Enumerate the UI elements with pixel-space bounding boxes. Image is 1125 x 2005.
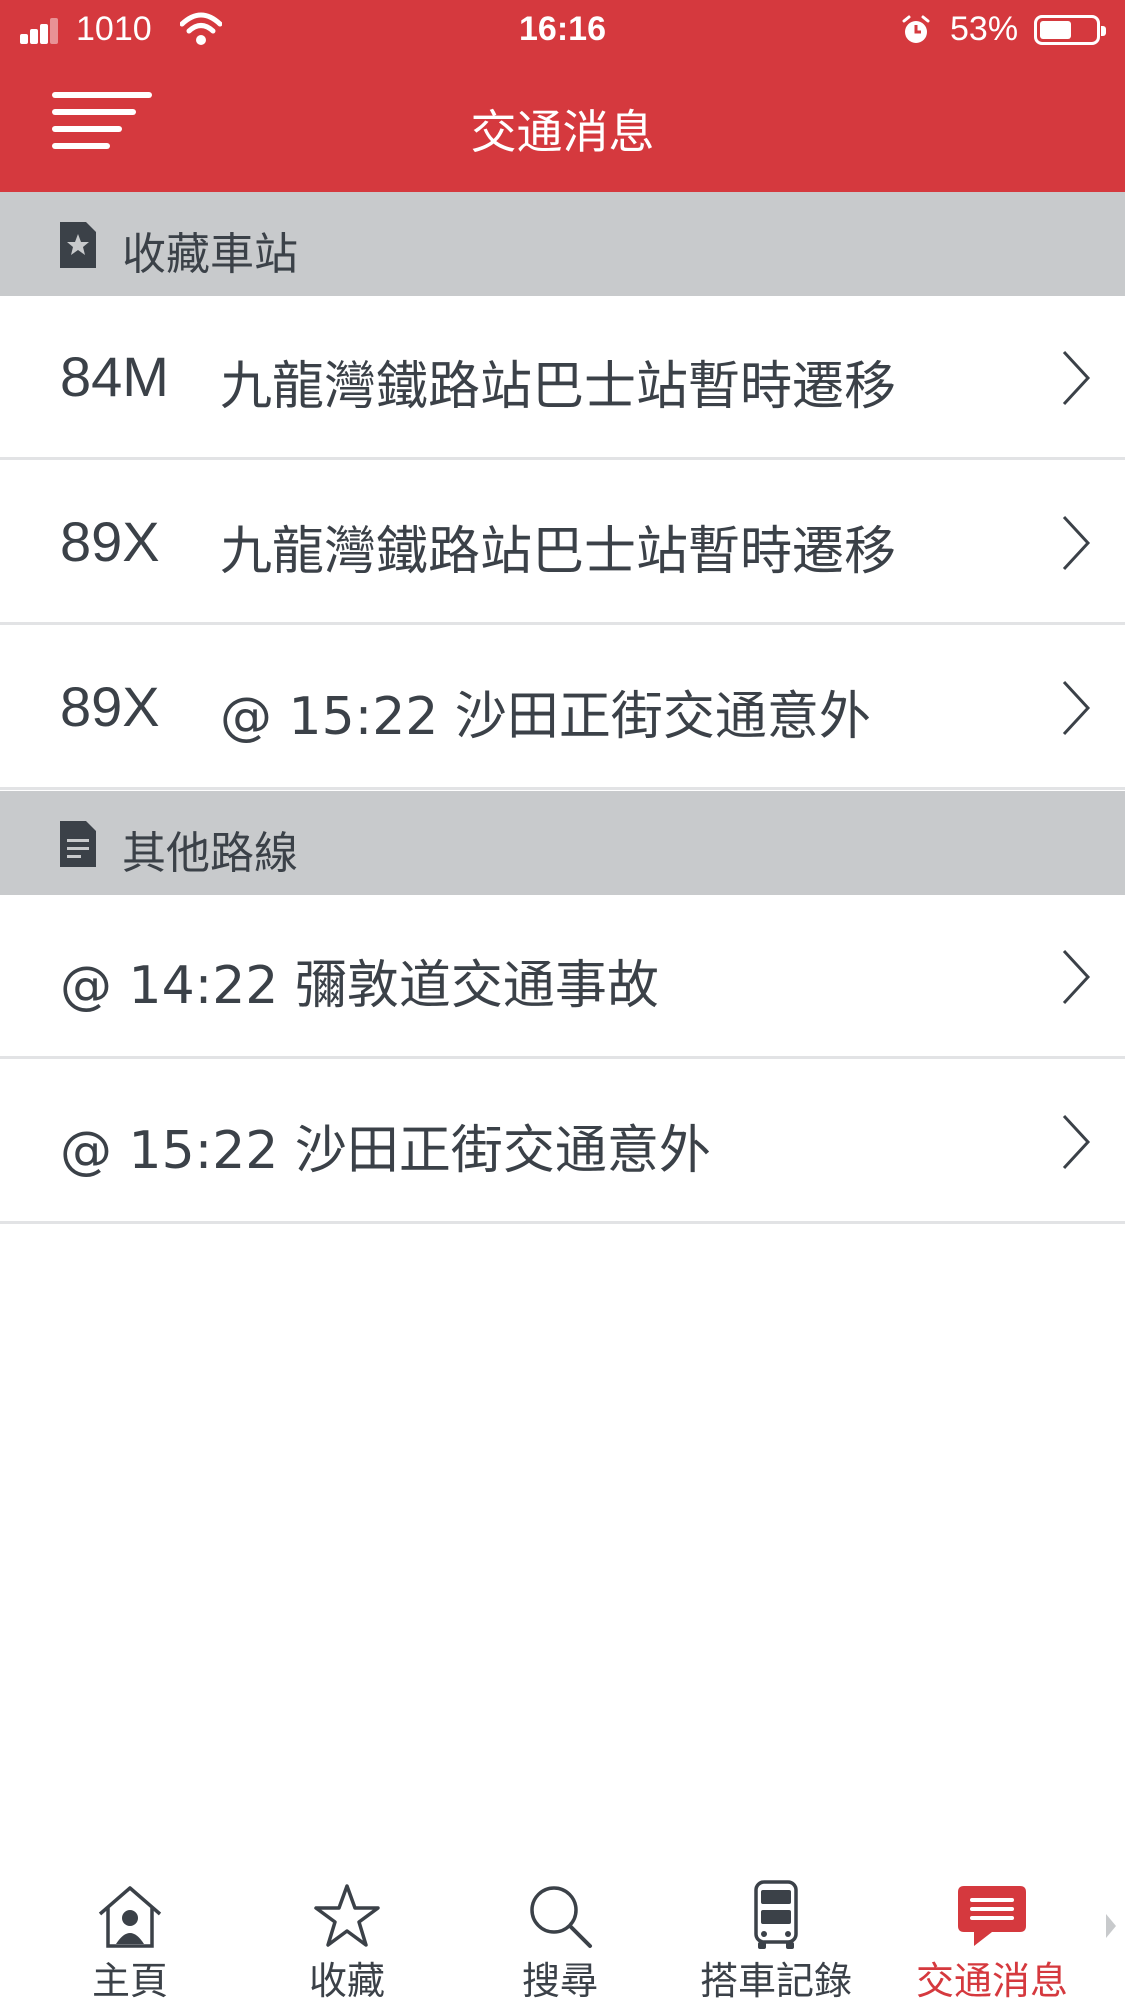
chevron-right-icon (1062, 350, 1091, 406)
search-icon (530, 1886, 592, 1948)
message-text: @ 15:22 沙田正街交通意外 (60, 1121, 711, 1181)
list-item[interactable]: 84M 九龍灣鐵路站巴士站暫時遷移 (0, 296, 1125, 460)
chevron-right-icon[interactable] (1104, 1912, 1118, 1940)
section-title: 收藏車站 (122, 229, 298, 280)
tab-label: 搜尋 (521, 1959, 598, 2003)
bookmark-star-icon (60, 222, 96, 268)
chevron-right-icon (1062, 515, 1091, 571)
star-icon (314, 1884, 380, 1947)
chevron-right-icon (1062, 1114, 1091, 1170)
route-number: 89X (60, 675, 160, 738)
message-text: @ 14:22 彌敦道交通事故 (60, 956, 659, 1016)
tab-search[interactable]: 搜尋 (460, 1860, 660, 2003)
page-title: 交通消息 (470, 105, 655, 159)
message-text: 九龍灣鐵路站巴士站暫時遷移 (220, 357, 897, 417)
tab-label: 主頁 (91, 1959, 168, 2003)
list-item[interactable]: @ 14:22 彌敦道交通事故 (0, 895, 1125, 1059)
tab-favorites[interactable]: 收藏 (247, 1860, 447, 2003)
tab-home[interactable]: 主頁 (30, 1860, 230, 2003)
tab-traffic-news[interactable]: 交通消息 (892, 1860, 1092, 2003)
message-icon (958, 1886, 1026, 1946)
tab-label: 交通消息 (915, 1959, 1068, 2003)
bus-icon (754, 1880, 798, 1949)
chevron-right-icon (1062, 949, 1091, 1005)
chevron-right-icon (1062, 680, 1091, 736)
tab-ride-history[interactable]: 搭車記錄 (676, 1860, 876, 2003)
list-item[interactable]: 89X 九龍灣鐵路站巴士站暫時遷移 (0, 461, 1125, 625)
battery-percent: 53% (950, 10, 1019, 48)
top-bar: 1010 16:16 53% 交通消息 (0, 0, 1125, 192)
tab-bar: 主頁 收藏 搜尋 搭車記錄 交通消息 (0, 1860, 1125, 2003)
home-icon (98, 1886, 162, 1948)
section-title: 其他路線 (122, 828, 298, 879)
tab-label: 收藏 (308, 1959, 385, 2003)
message-text: 九龍灣鐵路站巴士站暫時遷移 (220, 522, 897, 582)
alarm-icon (902, 15, 930, 43)
route-number: 84M (60, 345, 169, 408)
tab-label: 搭車記錄 (699, 1959, 852, 2003)
status-bar: 1010 16:16 53% (0, 0, 1125, 62)
section-header-other-routes: 其他路線 (0, 791, 1125, 895)
battery-icon (1034, 15, 1106, 45)
route-number: 89X (60, 510, 160, 573)
message-text: @ 15:22 沙田正街交通意外 (220, 687, 871, 747)
section-header-favorites: 收藏車站 (0, 192, 1125, 296)
document-icon (60, 821, 96, 867)
list-item[interactable]: 89X @ 15:22 沙田正街交通意外 (0, 626, 1125, 790)
list-item[interactable]: @ 15:22 沙田正街交通意外 (0, 1060, 1125, 1224)
